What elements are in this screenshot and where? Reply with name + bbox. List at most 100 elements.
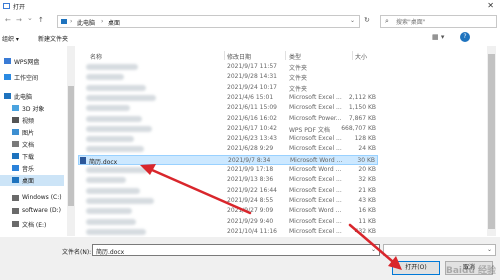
blurred-file-name (86, 146, 144, 153)
file-row[interactable]: 2021/9/13 8:36 Microsoft Excel ... 32 KB (78, 175, 378, 185)
sidebar-item[interactable]: 音乐 (0, 163, 64, 174)
sidebar-item[interactable]: 视频 (0, 115, 64, 126)
file-size: 128 KB (354, 135, 376, 143)
file-row[interactable]: 2021/9/27 9:09 Microsoft Word ... 16 KB (78, 206, 378, 216)
help-icon[interactable]: ? (460, 32, 470, 42)
blurred-file-name (86, 115, 142, 122)
blurred-file-name (86, 74, 124, 81)
view-options-button[interactable]: ▦ ▾ (432, 33, 444, 41)
file-list-scrollbar[interactable] (487, 46, 496, 236)
download-icon (12, 153, 19, 159)
file-name-value[interactable]: 简历.docx (96, 247, 124, 256)
column-divider[interactable] (224, 51, 225, 60)
back-arrow-icon[interactable]: ← (5, 16, 11, 24)
file-date: 2021/9/7 8:34 (228, 156, 271, 164)
watermark-logo: Baidu 经验 (445, 266, 496, 276)
title-bar: 打开 ✕ (0, 0, 500, 12)
sidebar-item[interactable]: 3D 对象 (0, 103, 64, 114)
address-bar[interactable]: › 此电脑 › 桌面 ⌄ (57, 15, 360, 28)
file-row[interactable]: 2021/10/4 11:16 Microsoft Excel ... 432 KB (78, 227, 378, 237)
file-date: 2021/9/28 14:31 (227, 73, 277, 81)
document-icon (12, 141, 19, 147)
recent-locations-chevron-icon[interactable]: ⌄ (27, 14, 33, 22)
chevron-down-icon[interactable]: ⌄ (371, 246, 376, 253)
sidebar-item[interactable]: 文档 (E:) (0, 219, 64, 230)
picture-icon (12, 129, 19, 135)
drive-icon (12, 208, 19, 214)
file-type: 文件夹 (289, 65, 308, 72)
close-icon[interactable]: ✕ (487, 1, 494, 10)
open-button[interactable]: 打开(O) (392, 261, 440, 275)
blurred-file-name (86, 105, 130, 112)
file-type: Microsoft Excel ... (289, 176, 342, 184)
drive-icon (12, 221, 19, 227)
file-row[interactable]: 2021/9/9 17:18 Microsoft Word ... 20 KB (78, 165, 378, 175)
sidebar-item[interactable]: 下载 (0, 151, 64, 162)
sidebar-item[interactable]: 图片 (0, 127, 64, 138)
column-header-size[interactable]: 大小 (355, 52, 367, 61)
sidebar-item-label: 文档 (22, 142, 35, 149)
sidebar-item[interactable]: 桌面 (0, 175, 64, 186)
scrollbar-thumb[interactable] (488, 54, 495, 229)
forward-arrow-icon[interactable]: → (16, 16, 22, 24)
sidebar-item[interactable]: Windows (C:) (0, 193, 64, 204)
file-name-input[interactable]: 简历.docx ⌄ (92, 244, 380, 256)
file-type: Microsoft Excel ... (289, 227, 342, 235)
blurred-file-name (86, 197, 154, 204)
file-type-select[interactable]: ⌄ (383, 244, 496, 256)
column-header-name[interactable]: 名称 (90, 52, 102, 61)
file-size: 32 KB (358, 176, 376, 184)
sidebar-item[interactable]: software (D:) (0, 206, 64, 217)
column-divider[interactable] (352, 51, 353, 60)
file-row[interactable]: 2021/9/17 11:57 文件夹 (78, 62, 378, 72)
file-row-selected[interactable]: 简历.docx 2021/9/7 8:34 Microsoft Word ... 30… (78, 154, 378, 166)
search-box[interactable]: ⌕ (380, 15, 497, 28)
toolbar: 组织 ▾ 新建文件夹 ▦ ▾ ? (0, 31, 500, 45)
sidebar-item-label: 下载 (22, 154, 35, 161)
chevron-down-icon[interactable]: ⌄ (350, 17, 355, 24)
file-row[interactable]: 2021/6/23 13:43 Microsoft Excel ... 128 KB (78, 134, 378, 144)
column-divider[interactable] (285, 51, 286, 60)
sidebar-item-label: 工作空间 (14, 75, 39, 82)
sidebar-item[interactable]: 此电脑 (0, 91, 64, 102)
file-row[interactable]: 2021/6/17 10:42 WPS PDF 文档 668,707 KB (78, 124, 378, 134)
blurred-file-name (86, 228, 146, 235)
file-row[interactable]: 2021/9/22 16:44 Microsoft Excel ... 21 KB (78, 186, 378, 196)
refresh-icon[interactable]: ↻ (364, 16, 370, 24)
drive-icon (12, 195, 19, 201)
new-folder-button[interactable]: 新建文件夹 (38, 34, 68, 43)
file-row[interactable]: 2021/9/24 8:55 Microsoft Excel ... 43 KB (78, 196, 378, 206)
file-date: 2021/10/4 11:16 (227, 227, 277, 235)
file-row[interactable]: 2021/9/29 9:40 Microsoft Excel ... 11 KB (78, 217, 378, 227)
file-date: 2021/9/27 9:09 (227, 207, 274, 215)
blurred-file-name (86, 218, 136, 225)
file-date: 2021/9/13 8:36 (227, 176, 274, 184)
computer-icon (4, 93, 11, 99)
column-header-date[interactable]: 修改日期 (227, 52, 251, 61)
breadcrumb-desktop[interactable]: 桌面 (108, 18, 120, 27)
chevron-down-icon[interactable]: ⌄ (487, 246, 492, 253)
file-row[interactable]: 2021/6/11 15:09 Microsoft Excel ... 1,150 … (78, 103, 378, 113)
column-header-type[interactable]: 类型 (289, 52, 301, 61)
file-size: 43 KB (358, 196, 376, 204)
scrollbar-thumb[interactable] (68, 86, 74, 206)
file-row[interactable]: 2021/9/24 10:17 文件夹 (78, 83, 378, 93)
file-row[interactable]: 2021/6/28 9:29 Microsoft Excel ... 24 KB (78, 144, 378, 154)
breadcrumb-this-pc[interactable]: 此电脑 (77, 18, 95, 27)
organize-button[interactable]: 组织 ▾ (2, 34, 19, 43)
sidebar-item-label: 文档 (E:) (22, 222, 47, 229)
file-size: 16 KB (358, 207, 376, 215)
file-row[interactable]: 2021/9/28 14:31 文件夹 (78, 72, 378, 82)
sidebar-item[interactable]: 文档 (0, 139, 64, 150)
file-type: Microsoft Word ... (290, 156, 343, 164)
file-row[interactable]: 2021/4/6 15:01 Microsoft Excel ... 2,112 K… (78, 93, 378, 103)
up-arrow-icon[interactable]: ↑ (38, 16, 44, 24)
sidebar-item[interactable]: 工作空间 (0, 72, 64, 83)
search-input[interactable] (396, 18, 494, 27)
file-row[interactable]: 2021/6/16 16:02 Microsoft Power... 7,867 K… (78, 114, 378, 124)
file-type: Microsoft Excel ... (289, 186, 342, 194)
navigation-pane-scrollbar[interactable] (67, 46, 75, 236)
search-icon: ⌕ (385, 17, 389, 25)
sidebar-item[interactable]: WPS网盘 (0, 56, 64, 67)
file-size: 2,112 KB (348, 93, 376, 101)
